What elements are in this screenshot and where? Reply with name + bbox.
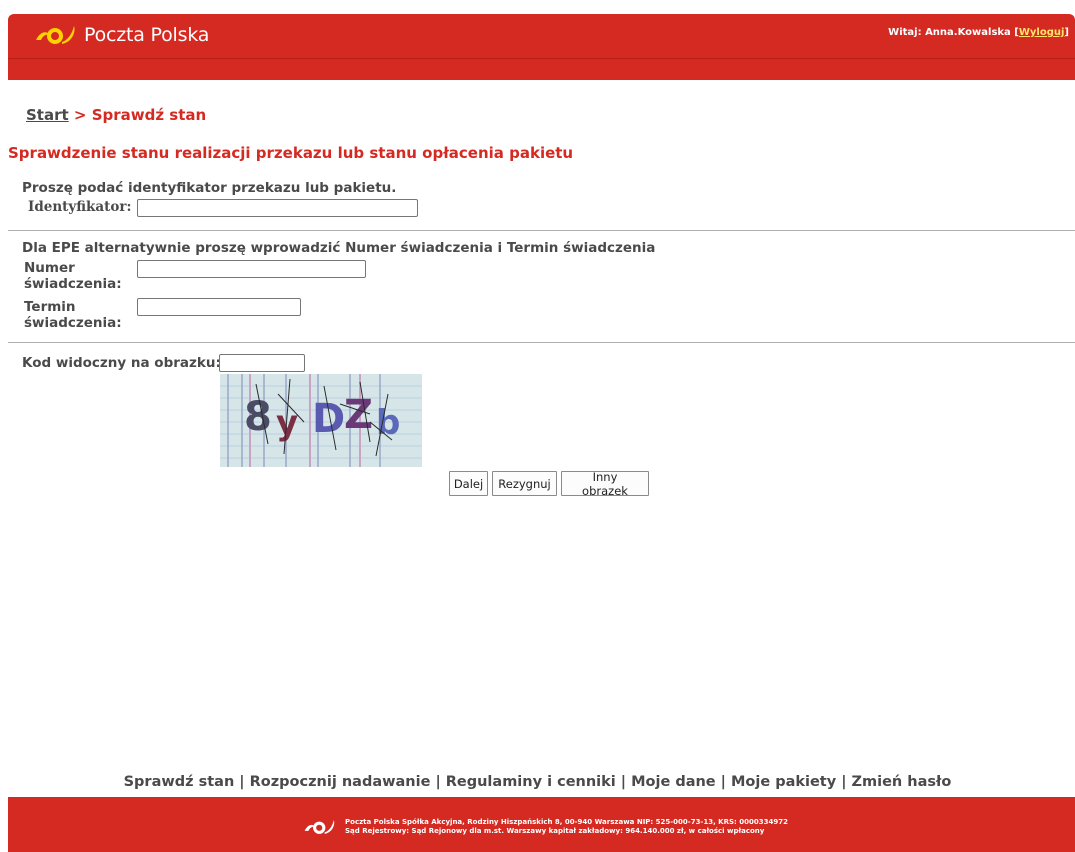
footer-line-2: Sąd Rejestrowy: Sąd Rejonowy dla m.st. W…	[345, 827, 765, 835]
footer-link-moje-pakiety[interactable]: Moje pakiety	[731, 774, 836, 790]
brand-name: Poczta Polska	[84, 24, 210, 46]
svg-text:y: y	[276, 403, 298, 443]
captcha-input[interactable]	[219, 354, 305, 372]
captcha-image: 8 y D Z b	[220, 374, 422, 467]
welcome-user: Witaj: Anna.Kowalska [	[888, 27, 1019, 38]
breadcrumb-start-link[interactable]: Start	[26, 106, 69, 124]
svg-text:D: D	[312, 396, 345, 442]
footer-separator: |	[841, 774, 847, 790]
separator-line-1	[8, 230, 1075, 231]
page-title: Sprawdzenie stanu realizacji przekazu lu…	[8, 144, 574, 162]
captcha-label: Kod widoczny na obrazku:	[22, 355, 221, 371]
other-image-button[interactable]: Inny obrazek	[561, 470, 649, 498]
footer-nav: Sprawdź stan | Rozpocznij nadawanie | Regula…	[0, 774, 1075, 790]
footer-bar: Poczta Polska Spółka Akcyjna, Rodziny Hi…	[8, 797, 1075, 852]
svg-text:8: 8	[244, 394, 272, 440]
footer-link-moje-dane[interactable]: Moje dane	[631, 774, 716, 790]
footer-link-regulaminy[interactable]: Regulaminy i cenniki	[446, 774, 616, 790]
epe-prompt: Dla EPE alternatywnie proszę wprowadzić …	[22, 240, 656, 256]
footer-horn-icon	[304, 820, 335, 834]
numer-label-line1: Numer	[24, 260, 75, 276]
identifier-input[interactable]	[137, 199, 418, 217]
termin-label-line1: Termin	[24, 299, 76, 315]
breadcrumb-current: Sprawdź stan	[91, 106, 207, 124]
next-button[interactable]: Dalej	[449, 471, 488, 496]
termin-swiadczenia-input[interactable]	[137, 298, 301, 316]
identifier-prompt: Proszę podać identyfikator przekazu lub …	[22, 180, 397, 196]
logo[interactable]: Poczta Polska	[34, 20, 209, 50]
header-divider	[8, 58, 1075, 59]
termin-label-line2: świadczenia:	[24, 315, 122, 331]
breadcrumb: Start > Sprawdź stan	[26, 106, 206, 124]
footer-company-info: Poczta Polska Spółka Akcyjna, Rodziny Hi…	[345, 818, 788, 836]
poczta-horn-icon	[36, 26, 75, 44]
footer-link-zmien-haslo[interactable]: Zmień hasło	[852, 774, 952, 790]
header-bar: Poczta Polska Witaj: Anna.Kowalska [Wylo…	[8, 14, 1075, 80]
footer-link-sprawdz-stan[interactable]: Sprawdź stan	[124, 774, 235, 790]
identifier-label: Identyfikator:	[28, 199, 132, 215]
footer-separator: |	[720, 774, 726, 790]
footer-separator: |	[435, 774, 441, 790]
termin-label: Termin świadczenia:	[24, 299, 122, 331]
footer-link-rozpocznij-nadawanie[interactable]: Rozpocznij nadawanie	[250, 774, 431, 790]
numer-label-line2: świadczenia:	[24, 276, 122, 292]
footer-separator: |	[620, 774, 627, 790]
footer-line-1: Poczta Polska Spółka Akcyjna, Rodziny Hi…	[345, 818, 788, 826]
separator-line-2	[8, 342, 1075, 343]
logout-link[interactable]: Wyloguj	[1019, 27, 1065, 38]
footer-separator: |	[239, 774, 245, 790]
numer-label: Numer świadczenia:	[24, 260, 122, 292]
numer-swiadczenia-input[interactable]	[137, 260, 366, 278]
welcome-text: Witaj: Anna.Kowalska [Wyloguj]	[888, 27, 1069, 38]
welcome-close-bracket: ]	[1064, 27, 1069, 38]
breadcrumb-separator: >	[68, 106, 92, 124]
cancel-button[interactable]: Rezygnuj	[492, 471, 557, 496]
captcha-graphic: 8 y D Z b	[220, 374, 422, 467]
